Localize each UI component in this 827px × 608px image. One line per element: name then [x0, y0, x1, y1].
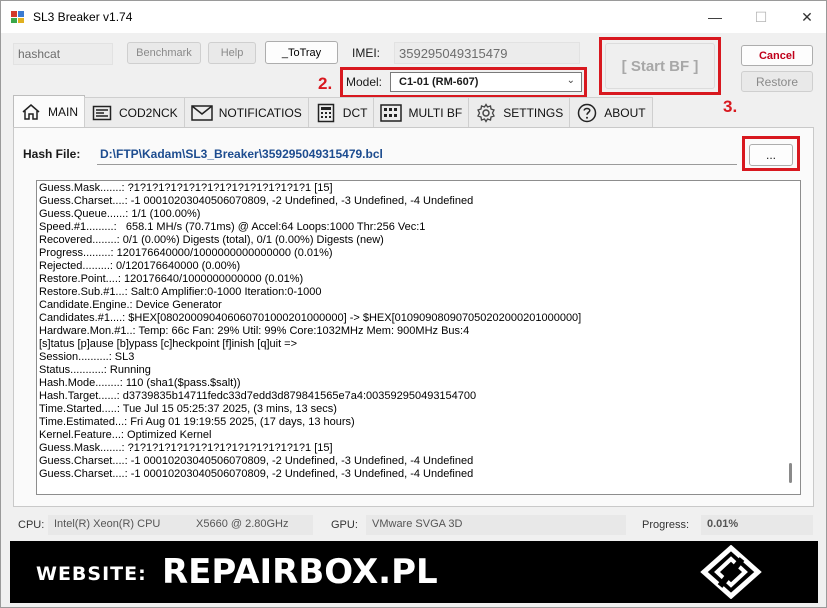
keyboard-icon	[380, 102, 403, 124]
tab-multi-bf-label: MULTI BF	[408, 105, 463, 120]
envelope-icon	[190, 102, 213, 124]
tab-settings[interactable]: SETTINGS	[468, 97, 571, 127]
model-select[interactable]: C1-01 (RM-607) ⌄	[390, 72, 582, 92]
log-line: Guess.Mask.......: ?1?1?1?1?1?1?1?1?1?1?…	[39, 442, 333, 454]
log-line: Recovered........: 0/1 (0.00%) Digests (…	[39, 234, 384, 246]
log-line: Guess.Mask.......: ?1?1?1?1?1?1?1?1?1?1?…	[39, 182, 333, 194]
tab-dct-label: DCT	[342, 105, 368, 120]
log-line: Session..........: SL3	[39, 351, 135, 363]
close-icon: ✕	[801, 8, 813, 25]
model-label: Model:	[346, 75, 383, 89]
title-bar: SL3 Breaker v1.74 — ☐ ✕	[1, 1, 826, 33]
log-line: Candidates.#1....: $HEX[0802000904060607…	[39, 312, 582, 324]
step-2-label: 2.	[318, 74, 333, 93]
app-icon	[11, 11, 24, 23]
browse-button[interactable]: ...	[749, 144, 793, 166]
log-line: Speed.#1.........: 658.1 MH/s (70.71ms) …	[39, 221, 426, 233]
cpu-value: Intel(R) Xeon(R) CPU	[54, 518, 161, 530]
banner-website-label: WEBSITE:	[36, 563, 147, 585]
banner-site-name: REPAIRBOX.PL	[162, 552, 438, 592]
log-line: Kernel.Feature...: Optimized Kernel	[39, 429, 212, 441]
log-line: Progress.........: 120176640000/10000000…	[39, 247, 333, 259]
log-lines: Guess.Mask.......: ?1?1?1?1?1?1?1?1?1?1?…	[39, 182, 581, 481]
app-window: SL3 Breaker v1.74 — ☐ ✕ hashcat Benchmar…	[0, 0, 827, 608]
hash-file-label: Hash File:	[23, 147, 81, 161]
gpu-value: VMware SVGA 3D	[366, 515, 626, 535]
tab-multi-bf[interactable]: MULTI BF	[373, 97, 470, 127]
hash-file-field[interactable]: D:\FTP\Kadam\SL3_Breaker\359295049315479…	[97, 145, 737, 165]
close-window-button[interactable]: ✕	[784, 1, 827, 33]
model-select-value: C1-01 (RM-607)	[399, 76, 479, 88]
log-line: Restore.Sub.#1...: Salt:0 Amplifier:0-10…	[39, 286, 322, 298]
gpu-label: GPU:	[331, 519, 358, 531]
log-line: Guess.Charset....: -1 000102030405060708…	[39, 195, 474, 207]
repairbox-logo-icon	[700, 545, 762, 599]
tab-notifications-label: NOTIFICATIOS	[218, 105, 302, 120]
engine-field[interactable]: hashcat	[13, 43, 113, 65]
help-button[interactable]: Help	[208, 42, 256, 64]
restore-button[interactable]: Restore	[741, 71, 813, 92]
log-line: Guess.Queue......: 1/1 (100.00%)	[39, 208, 201, 220]
tab-dct[interactable]: DCT	[307, 97, 375, 127]
tab-main[interactable]: MAIN	[13, 95, 85, 127]
tab-notifications[interactable]: NOTIFICATIOS	[183, 97, 309, 127]
log-line: Hash.Mode........: 110 (sha1($pass.$salt…	[39, 377, 241, 389]
log-line: Guess.Charset....: -1 000102030405060708…	[39, 455, 474, 467]
log-line: Rejected.........: 0/120176640000 (0.00%…	[39, 260, 241, 272]
window-title: SL3 Breaker v1.74	[33, 10, 133, 24]
tab-about-label: ABOUT	[604, 105, 646, 120]
cpu-label: CPU:	[18, 519, 45, 531]
log-line: Time.Estimated...: Fri Aug 01 19:19:55 2…	[39, 416, 355, 428]
tab-main-label: MAIN	[48, 104, 78, 119]
home-icon	[20, 101, 42, 123]
imei-field[interactable]: 359295049315479	[394, 42, 580, 64]
benchmark-button[interactable]: Benchmark	[127, 42, 201, 64]
calculator-icon	[315, 102, 337, 124]
minimize-icon: —	[708, 9, 722, 25]
maximize-button[interactable]: ☐	[738, 1, 784, 33]
log-line: Guess.Charset....: -1 000102030405060708…	[39, 468, 474, 480]
maximize-icon: ☐	[754, 8, 768, 25]
chevron-down-icon: ⌄	[566, 75, 575, 86]
log-line: Restore.Point....: 120176640/10000000000…	[39, 273, 304, 285]
log-line: [s]tatus [p]ause [b]ypass [c]heckpoint […	[39, 338, 298, 350]
cancel-button[interactable]: Cancel	[741, 45, 813, 66]
log-line: Time.Started.....: Tue Jul 15 05:25:37 2…	[39, 403, 337, 415]
tab-settings-label: SETTINGS	[503, 105, 564, 120]
imei-label: IMEI:	[352, 46, 381, 60]
cpu-model: X5660 @ 2.80GHz	[196, 518, 289, 530]
question-icon	[576, 102, 598, 124]
tab-cod2nck-label: COD2NCK	[119, 105, 178, 120]
minimize-button[interactable]: —	[692, 1, 738, 33]
progress-value: 0.01%	[701, 515, 813, 535]
log-output[interactable]: Guess.Mask.......: ?1?1?1?1?1?1?1?1?1?1?…	[36, 180, 801, 495]
cpu-field: Intel(R) Xeon(R) CPU X5660 @ 2.80GHz	[48, 515, 313, 535]
log-line: Hardware.Mon.#1..: Temp: 66c Fan: 29% Ut…	[39, 325, 470, 337]
tab-cod2nck[interactable]: COD2NCK	[84, 97, 185, 127]
log-line: Hash.Target......: d3739835b14711fedc33d…	[39, 390, 477, 402]
log-line: Candidate.Engine.: Device Generator	[39, 299, 222, 311]
website-banner: WEBSITE: REPAIRBOX.PL	[10, 541, 818, 603]
gear-icon	[475, 102, 497, 124]
list-icon	[91, 102, 113, 124]
totray-button[interactable]: _ToTray	[265, 41, 338, 64]
step-3-label: 3.	[723, 97, 738, 116]
tab-about[interactable]: ABOUT	[569, 97, 653, 127]
log-scrollbar[interactable]	[789, 463, 792, 483]
tab-bar: MAIN COD2NCK NOTIFICATIOS DCT MULTI BF S…	[13, 95, 653, 127]
start-bf-button[interactable]: [ Start BF ]	[605, 43, 715, 89]
progress-label: Progress:	[642, 519, 690, 531]
log-line: Status...........: Running	[39, 364, 151, 376]
